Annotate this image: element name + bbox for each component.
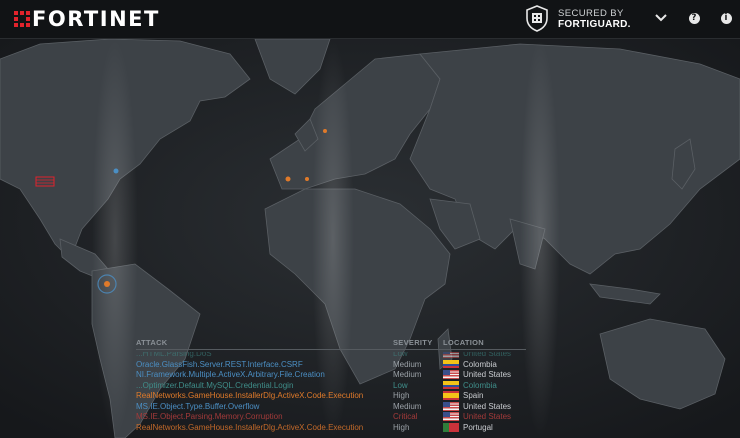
attack-name: MS.IE.Object.Type.Buffer.Overflow (136, 401, 260, 411)
attack-severity: Medium (393, 370, 422, 379)
attack-row: ...Optimizer.Default.MySQL.Credential.Lo… (136, 380, 526, 391)
chevron-down-icon (655, 14, 667, 22)
severity-header: SEVERITY (393, 338, 433, 347)
fortiguard-label: FORTIGUARD. (558, 18, 631, 30)
attack-severity: High (393, 391, 410, 400)
attack-header: ATTACK (136, 338, 168, 347)
attack-row: MS.IE.Object.Parsing.Memory.Corruption Cr… (136, 411, 526, 422)
secured-by-fortiguard: SECURED BY FORTIGUARD. (526, 5, 631, 32)
attack-location: Spain (443, 390, 483, 401)
info-button[interactable]: i (718, 10, 734, 26)
attack-severity: High (393, 422, 410, 432)
dropdown-button[interactable] (653, 10, 669, 26)
colombia-flag-icon (443, 380, 459, 390)
usa-flag-icon (443, 401, 459, 411)
help-button[interactable]: ? (686, 10, 702, 26)
attack-location: United States (443, 411, 511, 422)
usa-flag-icon (443, 370, 459, 379)
help-icon: ? (688, 12, 700, 24)
location-header: LOCATION (443, 338, 485, 347)
header-divider (136, 349, 526, 350)
attack-severity: Medium (393, 359, 422, 369)
attack-feed: ATTACK SEVERITY LOCATION ...HTML.Parsing… (136, 338, 526, 438)
colombia-flag-icon (443, 359, 459, 369)
attack-name: Oracle.GlassFish.Server.REST.Interface.C… (136, 359, 303, 369)
spain-flag-icon (443, 391, 459, 400)
attack-location: United States (443, 401, 511, 412)
attack-rows: ...HTML.Parsing.DoS Low United States Oracl… (136, 352, 526, 438)
attack-row: RealNetworks.GameHouse.InstallerDlg.Acti… (136, 422, 526, 433)
attack-row: NI.Framework.Multiple.ActiveX.Arbitrary.… (136, 369, 526, 380)
secured-label: SECURED BY (558, 7, 624, 19)
attack-location: Colombia (443, 380, 497, 391)
attack-severity: Low (393, 380, 408, 390)
brand-name: FORTINET (32, 7, 160, 31)
usa-flag-icon (443, 352, 459, 358)
attack-location: Portugal (443, 422, 493, 433)
attack-row: MS.IE.Object.Type.Buffer.Overflow Medium U… (136, 401, 526, 412)
fortinet-mark-icon (14, 11, 30, 27)
attack-name: RealNetworks.GameHouse.InstallerDlg.Acti… (136, 422, 364, 432)
attack-row: RealNetworks.GameHouse.InstallerDlg.Acti… (136, 390, 526, 401)
fortinet-logo[interactable]: FORTINET (14, 7, 160, 31)
attack-location: United States (443, 369, 511, 380)
attack-location: Colombia (443, 359, 497, 370)
attack-name: RealNetworks.GameHouse.InstallerDlg.Acti… (136, 391, 364, 400)
info-icon: i (720, 12, 732, 24)
attack-row: Oracle.GlassFish.Server.REST.Interface.C… (136, 359, 526, 370)
attack-name: ...Optimizer.Default.MySQL.Credential.Lo… (136, 380, 294, 390)
attack-severity: Medium (393, 401, 422, 411)
fortiguard-shield-icon (526, 5, 548, 32)
top-bar: FORTINET SECURED BY FORTIGUARD. ? i (0, 0, 740, 39)
attack-name: NI.Framework.Multiple.ActiveX.Arbitrary.… (136, 370, 325, 379)
portugal-flag-icon (443, 422, 459, 432)
attack-name: MS.IE.Object.Parsing.Memory.Corruption (136, 412, 283, 421)
attack-severity: Critical (393, 412, 418, 421)
usa-flag-icon (443, 412, 459, 421)
